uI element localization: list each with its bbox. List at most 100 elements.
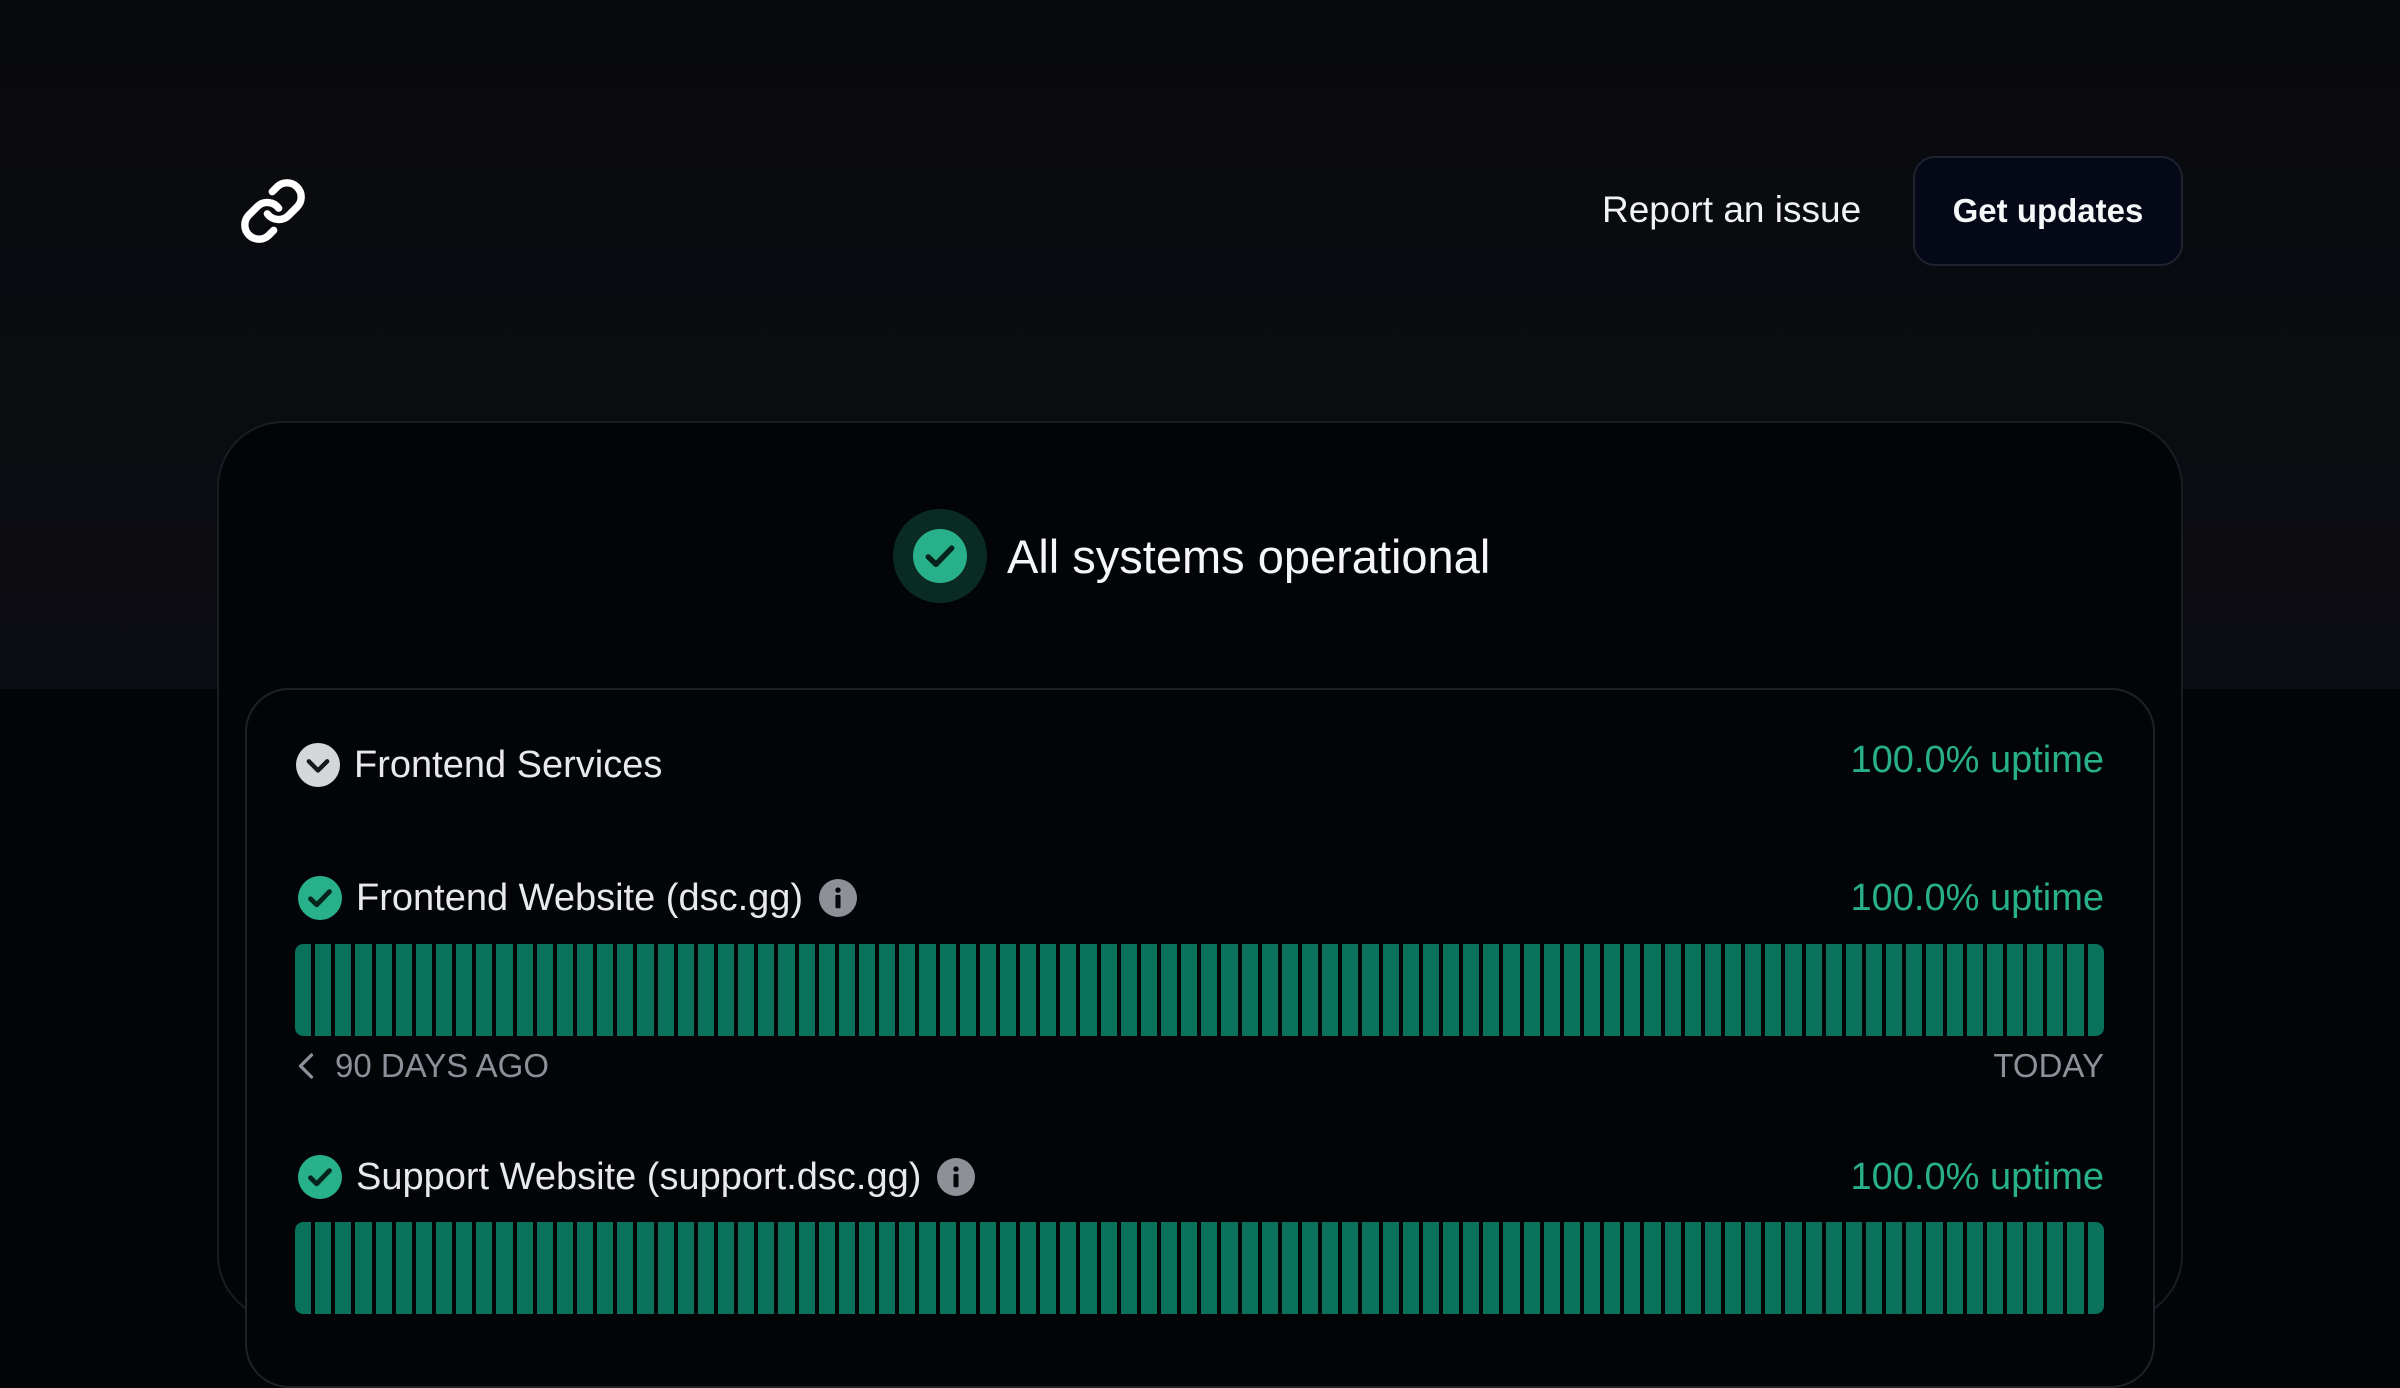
uptime-day-segment[interactable] bbox=[2006, 944, 2024, 1036]
uptime-day-segment[interactable] bbox=[1584, 944, 1601, 1036]
uptime-day-segment[interactable] bbox=[899, 1222, 916, 1314]
uptime-day-segment[interactable] bbox=[576, 944, 594, 1036]
uptime-day-segment[interactable] bbox=[1140, 944, 1158, 1036]
uptime-day-segment[interactable] bbox=[556, 1222, 573, 1314]
uptime-day-segment[interactable] bbox=[838, 944, 855, 1036]
uptime-day-segment[interactable] bbox=[1745, 1222, 1762, 1314]
uptime-day-segment[interactable] bbox=[858, 944, 876, 1036]
uptime-day-segment[interactable] bbox=[2087, 944, 2104, 1036]
uptime-day-segment[interactable] bbox=[435, 944, 453, 1036]
uptime-day-segment[interactable] bbox=[1624, 944, 1641, 1036]
uptime-day-segment[interactable] bbox=[1201, 944, 1218, 1036]
uptime-day-segment[interactable] bbox=[1362, 944, 1379, 1036]
uptime-day-segment[interactable] bbox=[1704, 944, 1721, 1036]
uptime-day-segment[interactable] bbox=[1181, 1222, 1198, 1314]
uptime-day-segment[interactable] bbox=[1604, 1222, 1621, 1314]
chevron-left-icon[interactable] bbox=[295, 1051, 317, 1081]
uptime-day-segment[interactable] bbox=[2047, 944, 2064, 1036]
uptime-day-segment[interactable] bbox=[637, 944, 654, 1036]
uptime-day-segment[interactable] bbox=[476, 944, 493, 1036]
uptime-day-segment[interactable] bbox=[1422, 944, 1440, 1036]
uptime-day-segment[interactable] bbox=[315, 1222, 332, 1314]
uptime-day-segment[interactable] bbox=[1100, 944, 1117, 1036]
uptime-day-segment[interactable] bbox=[1342, 1222, 1359, 1314]
report-issue-link[interactable]: Report an issue bbox=[1602, 186, 1861, 234]
uptime-day-segment[interactable] bbox=[1261, 1222, 1278, 1314]
uptime-day-segment[interactable] bbox=[919, 944, 936, 1036]
uptime-day-segment[interactable] bbox=[1724, 944, 1742, 1036]
uptime-day-segment[interactable] bbox=[1845, 1222, 1862, 1314]
uptime-day-segment[interactable] bbox=[999, 1222, 1017, 1314]
uptime-day-segment[interactable] bbox=[1241, 944, 1258, 1036]
uptime-day-segment[interactable] bbox=[1281, 1222, 1299, 1314]
uptime-day-segment[interactable] bbox=[1503, 1222, 1520, 1314]
uptime-day-segment[interactable] bbox=[1966, 1222, 1983, 1314]
uptime-day-segment[interactable] bbox=[1120, 1222, 1137, 1314]
uptime-day-segment[interactable] bbox=[1080, 944, 1097, 1036]
uptime-day-segment[interactable] bbox=[355, 1222, 372, 1314]
uptime-day-segment[interactable] bbox=[1161, 1222, 1178, 1314]
uptime-day-segment[interactable] bbox=[536, 1222, 553, 1314]
uptime-day-segment[interactable] bbox=[1865, 1222, 1883, 1314]
uptime-day-segment[interactable] bbox=[879, 944, 896, 1036]
uptime-day-segment[interactable] bbox=[1040, 944, 1057, 1036]
uptime-day-segment[interactable] bbox=[1483, 1222, 1500, 1314]
uptime-day-segment[interactable] bbox=[617, 1222, 634, 1314]
uptime-day-segment[interactable] bbox=[677, 944, 694, 1036]
uptime-day-segment[interactable] bbox=[1966, 944, 1983, 1036]
uptime-day-segment[interactable] bbox=[1362, 1222, 1379, 1314]
uptime-day-segment[interactable] bbox=[1644, 944, 1661, 1036]
uptime-day-segment[interactable] bbox=[1765, 1222, 1782, 1314]
uptime-day-segment[interactable] bbox=[2047, 1222, 2064, 1314]
uptime-day-segment[interactable] bbox=[758, 944, 775, 1036]
uptime-day-segment[interactable] bbox=[315, 944, 332, 1036]
uptime-day-segment[interactable] bbox=[476, 1222, 493, 1314]
uptime-day-segment[interactable] bbox=[1060, 944, 1077, 1036]
uptime-day-segment[interactable] bbox=[959, 944, 976, 1036]
uptime-day-segment[interactable] bbox=[1926, 1222, 1943, 1314]
uptime-day-segment[interactable] bbox=[516, 1222, 533, 1314]
uptime-day-segment[interactable] bbox=[2027, 944, 2044, 1036]
uptime-day-segment[interactable] bbox=[1805, 1222, 1822, 1314]
uptime-day-segment[interactable] bbox=[1080, 1222, 1097, 1314]
service-group-header[interactable]: Frontend Services 100.0% uptime bbox=[296, 739, 2104, 790]
uptime-day-segment[interactable] bbox=[1140, 1222, 1158, 1314]
uptime-day-segment[interactable] bbox=[717, 944, 735, 1036]
uptime-day-segment[interactable] bbox=[1644, 1222, 1661, 1314]
uptime-day-segment[interactable] bbox=[1624, 1222, 1641, 1314]
uptime-day-segment[interactable] bbox=[456, 1222, 473, 1314]
uptime-day-segment[interactable] bbox=[576, 1222, 594, 1314]
uptime-day-segment[interactable] bbox=[1342, 944, 1359, 1036]
uptime-day-segment[interactable] bbox=[1684, 1222, 1701, 1314]
uptime-day-segment[interactable] bbox=[536, 944, 553, 1036]
uptime-day-segment[interactable] bbox=[1402, 944, 1419, 1036]
uptime-day-segment[interactable] bbox=[1543, 1222, 1560, 1314]
uptime-day-segment[interactable] bbox=[556, 944, 573, 1036]
uptime-day-segment[interactable] bbox=[375, 944, 392, 1036]
uptime-day-segment[interactable] bbox=[335, 944, 352, 1036]
uptime-day-segment[interactable] bbox=[1523, 1222, 1540, 1314]
uptime-day-segment[interactable] bbox=[395, 944, 412, 1036]
uptime-day-segment[interactable] bbox=[1443, 944, 1460, 1036]
uptime-day-segment[interactable] bbox=[939, 1222, 956, 1314]
uptime-day-segment[interactable] bbox=[295, 1222, 312, 1314]
uptime-day-segment[interactable] bbox=[2067, 1222, 2084, 1314]
uptime-day-segment[interactable] bbox=[1483, 944, 1500, 1036]
uptime-day-segment[interactable] bbox=[1161, 944, 1178, 1036]
uptime-day-segment[interactable] bbox=[1563, 944, 1580, 1036]
uptime-day-segment[interactable] bbox=[637, 1222, 654, 1314]
uptime-day-segment[interactable] bbox=[295, 944, 312, 1036]
chevron-down-icon[interactable] bbox=[296, 743, 340, 787]
uptime-day-segment[interactable] bbox=[1946, 944, 1963, 1036]
uptime-day-segment[interactable] bbox=[1443, 1222, 1460, 1314]
uptime-day-segment[interactable] bbox=[919, 1222, 936, 1314]
uptime-day-segment[interactable] bbox=[1382, 1222, 1399, 1314]
uptime-day-segment[interactable] bbox=[1825, 944, 1842, 1036]
uptime-day-segment[interactable] bbox=[1805, 944, 1822, 1036]
uptime-day-segment[interactable] bbox=[798, 944, 815, 1036]
uptime-day-segment[interactable] bbox=[617, 944, 634, 1036]
range-start[interactable]: 90 DAYS AGO bbox=[295, 1047, 549, 1085]
uptime-day-segment[interactable] bbox=[2067, 944, 2084, 1036]
uptime-day-segment[interactable] bbox=[1865, 944, 1883, 1036]
uptime-day-segment[interactable] bbox=[1221, 1222, 1238, 1314]
